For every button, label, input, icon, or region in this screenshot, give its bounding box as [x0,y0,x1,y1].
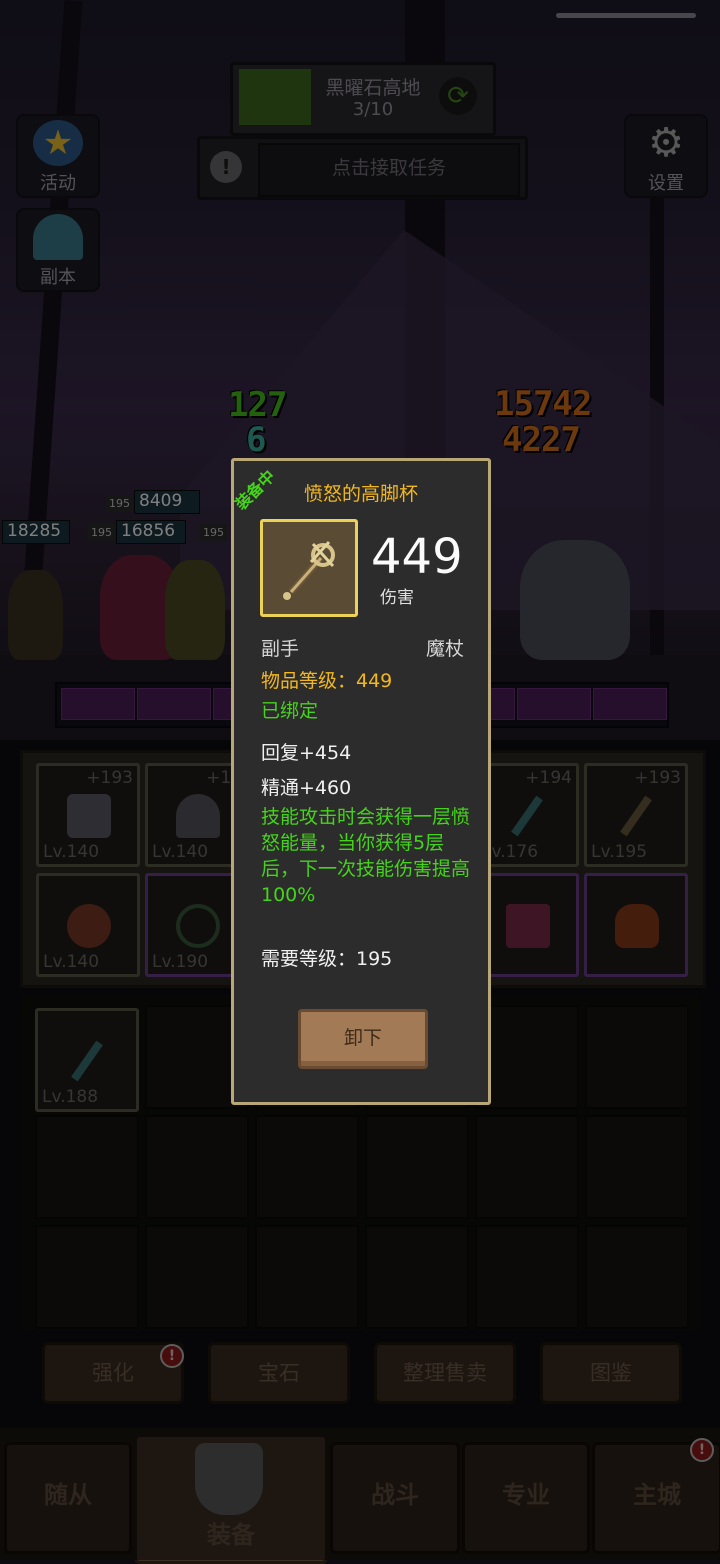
item-type: 魔杖 [425,638,464,660]
required-level: 需要等级：195 [261,948,393,970]
item-power-label: 伤害 [380,588,414,608]
bound-status: 已绑定 [261,700,319,722]
item-icon-frame [260,519,358,617]
stat-line: 精通+460 [261,777,352,799]
item-effect: 技能攻击时会获得一层愤怒能量，当你获得5层后，下一次技能伤害提高100% [261,806,471,906]
stat-line: 回复+454 [261,742,352,764]
item-power: 449 [371,529,463,585]
item-name: 愤怒的高脚杯 [303,483,418,505]
item-tooltip: 装备中 愤怒的高脚杯 449 伤害 副手 魔杖 物品等级：449 已绑定 回复+… [231,458,491,1105]
goblet-icon [283,540,335,600]
item-slot: 副手 [261,638,300,660]
unequip-button[interactable]: 卸下 [298,1009,428,1069]
item-level: 物品等级：449 [261,670,393,692]
